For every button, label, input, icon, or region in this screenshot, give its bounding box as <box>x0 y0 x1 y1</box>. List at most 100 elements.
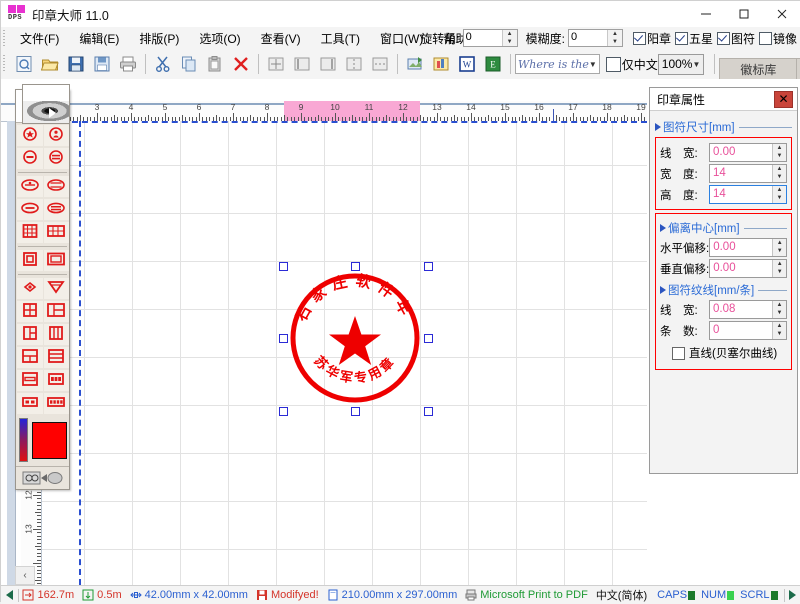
field-texture-count[interactable]: ▲▼ <box>709 321 787 340</box>
tool-ellipse-bar[interactable] <box>17 199 43 220</box>
height-input[interactable] <box>710 186 772 201</box>
menu-file[interactable]: 文件(F) <box>11 28 68 49</box>
align-center-both-button[interactable] <box>265 53 287 75</box>
status-prev-arrow[interactable] <box>6 590 13 600</box>
checkbox-jingxiang-box[interactable] <box>759 32 772 45</box>
ime-indicator[interactable]: 中文(简体) <box>592 587 651 603</box>
tool-rect-frame[interactable] <box>44 250 70 271</box>
handle-se[interactable] <box>424 407 433 416</box>
tool-circle-double-bar[interactable] <box>44 148 70 169</box>
export-excel-button[interactable]: E <box>482 53 504 75</box>
handle-w[interactable] <box>279 334 288 343</box>
handle-e[interactable] <box>424 334 433 343</box>
tool-ellipse-double-bar[interactable] <box>44 199 70 220</box>
chinese-only-checkbox[interactable]: 仅中文 <box>606 56 658 73</box>
shape-tool-palette[interactable] <box>15 89 70 490</box>
field-h-offset[interactable]: ▲▼ <box>709 238 787 257</box>
field-texture-width[interactable]: ▲▼ <box>709 300 787 319</box>
tool-column-split[interactable] <box>44 324 70 345</box>
handle-nw[interactable] <box>279 262 288 271</box>
new-button[interactable] <box>13 53 35 75</box>
h-offset-input[interactable] <box>710 239 772 254</box>
palette-bottom-button[interactable] <box>16 466 69 489</box>
palette-shape-grid[interactable] <box>16 123 69 415</box>
tool-triple-band[interactable] <box>44 370 70 391</box>
font-select[interactable]: Where is the ▼ <box>515 54 600 74</box>
menu-view[interactable]: 查看(V) <box>252 28 310 49</box>
open-button[interactable] <box>39 53 61 75</box>
tool-band[interactable] <box>17 370 43 391</box>
zoom-select[interactable]: 100% ▼ <box>658 54 705 75</box>
chinese-only-box[interactable] <box>606 57 621 72</box>
export-image-button[interactable] <box>404 53 426 75</box>
handle-ne[interactable] <box>424 262 433 271</box>
menu-layout[interactable]: 排版(P) <box>130 28 188 49</box>
rotation-spinner[interactable]: ▲▼ <box>463 29 518 47</box>
cut-button[interactable] <box>152 53 174 75</box>
palette-color-area[interactable] <box>16 415 69 466</box>
save-as-button[interactable] <box>91 53 113 75</box>
export-word-button[interactable]: W <box>456 53 478 75</box>
chevron-down-icon[interactable]: ▼ <box>692 60 700 69</box>
import-image-button[interactable] <box>430 53 452 75</box>
properties-close-button[interactable]: ✕ <box>774 91 793 108</box>
tool-quad-band[interactable] <box>44 393 70 414</box>
checkbox-wuxing[interactable]: 五星 <box>675 30 713 47</box>
tool-circle-bar[interactable] <box>17 148 43 169</box>
line-width-arrows[interactable]: ▲▼ <box>772 144 786 161</box>
v-offset-arrows[interactable]: ▲▼ <box>772 260 786 277</box>
tool-dual-band[interactable] <box>17 393 43 414</box>
width-input[interactable] <box>710 165 772 180</box>
status-next-arrow[interactable] <box>789 590 796 600</box>
menu-tools[interactable]: 工具(T) <box>312 28 369 49</box>
paste-button[interactable] <box>204 53 226 75</box>
straight-line-checkbox[interactable]: 直线(贝塞尔曲线) <box>672 345 787 361</box>
align-center-v-button[interactable] <box>369 53 391 75</box>
field-line-width[interactable]: ▲▼ <box>709 143 787 162</box>
rotation-arrows[interactable]: ▲▼ <box>502 30 517 46</box>
handle-s[interactable] <box>351 407 360 416</box>
color-gradient-strip[interactable] <box>19 418 28 462</box>
tool-row-split[interactable] <box>17 347 43 368</box>
tool-circle-star[interactable] <box>17 125 43 146</box>
ruler-marker[interactable] <box>553 109 554 121</box>
texture-count-input[interactable] <box>710 322 772 337</box>
rotation-input[interactable] <box>464 30 502 44</box>
h-offset-arrows[interactable]: ▲▼ <box>772 239 786 256</box>
texture-width-arrows[interactable]: ▲▼ <box>772 301 786 318</box>
tool-ellipse-wide[interactable] <box>17 176 43 197</box>
width-arrows[interactable]: ▲▼ <box>772 165 786 182</box>
checkbox-tufu[interactable]: 图符 <box>717 30 755 47</box>
tool-grid-wide[interactable] <box>44 222 70 243</box>
print-button[interactable] <box>117 53 139 75</box>
tab-stamp-library[interactable]: 印章库 <box>796 58 800 79</box>
tool-grid-square[interactable] <box>17 222 43 243</box>
tool-side-split[interactable] <box>17 324 43 345</box>
scroll-left-button[interactable]: ‹ <box>15 566 35 585</box>
maximize-button[interactable] <box>725 1 763 27</box>
copy-button[interactable] <box>178 53 200 75</box>
checkbox-yangzhang-box[interactable] <box>633 32 646 45</box>
tool-diamond[interactable] <box>17 278 43 299</box>
tool-left-split[interactable] <box>44 301 70 322</box>
handle-n[interactable] <box>351 262 360 271</box>
v-offset-input[interactable] <box>710 260 772 275</box>
checkbox-jingxiang[interactable]: 镜像 <box>759 30 797 47</box>
tool-square-frame[interactable] <box>17 250 43 271</box>
chevron-down-icon[interactable]: ▼ <box>589 60 597 69</box>
texture-count-arrows[interactable]: ▲▼ <box>772 322 786 339</box>
delete-button[interactable] <box>230 53 252 75</box>
align-center-h-button[interactable] <box>343 53 365 75</box>
blur-input[interactable] <box>569 30 607 44</box>
tool-ellipse-text[interactable] <box>44 176 70 197</box>
tool-quad-split[interactable] <box>17 301 43 322</box>
field-height[interactable]: ▲▼ <box>709 185 787 204</box>
tool-circle-person[interactable] <box>44 125 70 146</box>
field-v-offset[interactable]: ▲▼ <box>709 259 787 278</box>
align-right-button[interactable] <box>317 53 339 75</box>
minimize-button[interactable] <box>687 1 725 27</box>
checkbox-tufu-box[interactable] <box>717 32 730 45</box>
horizontal-ruler[interactable]: 2345678910111213141516171819 <box>1 101 647 122</box>
menu-options[interactable]: 选项(O) <box>190 28 249 49</box>
tool-stack-split[interactable] <box>44 347 70 368</box>
